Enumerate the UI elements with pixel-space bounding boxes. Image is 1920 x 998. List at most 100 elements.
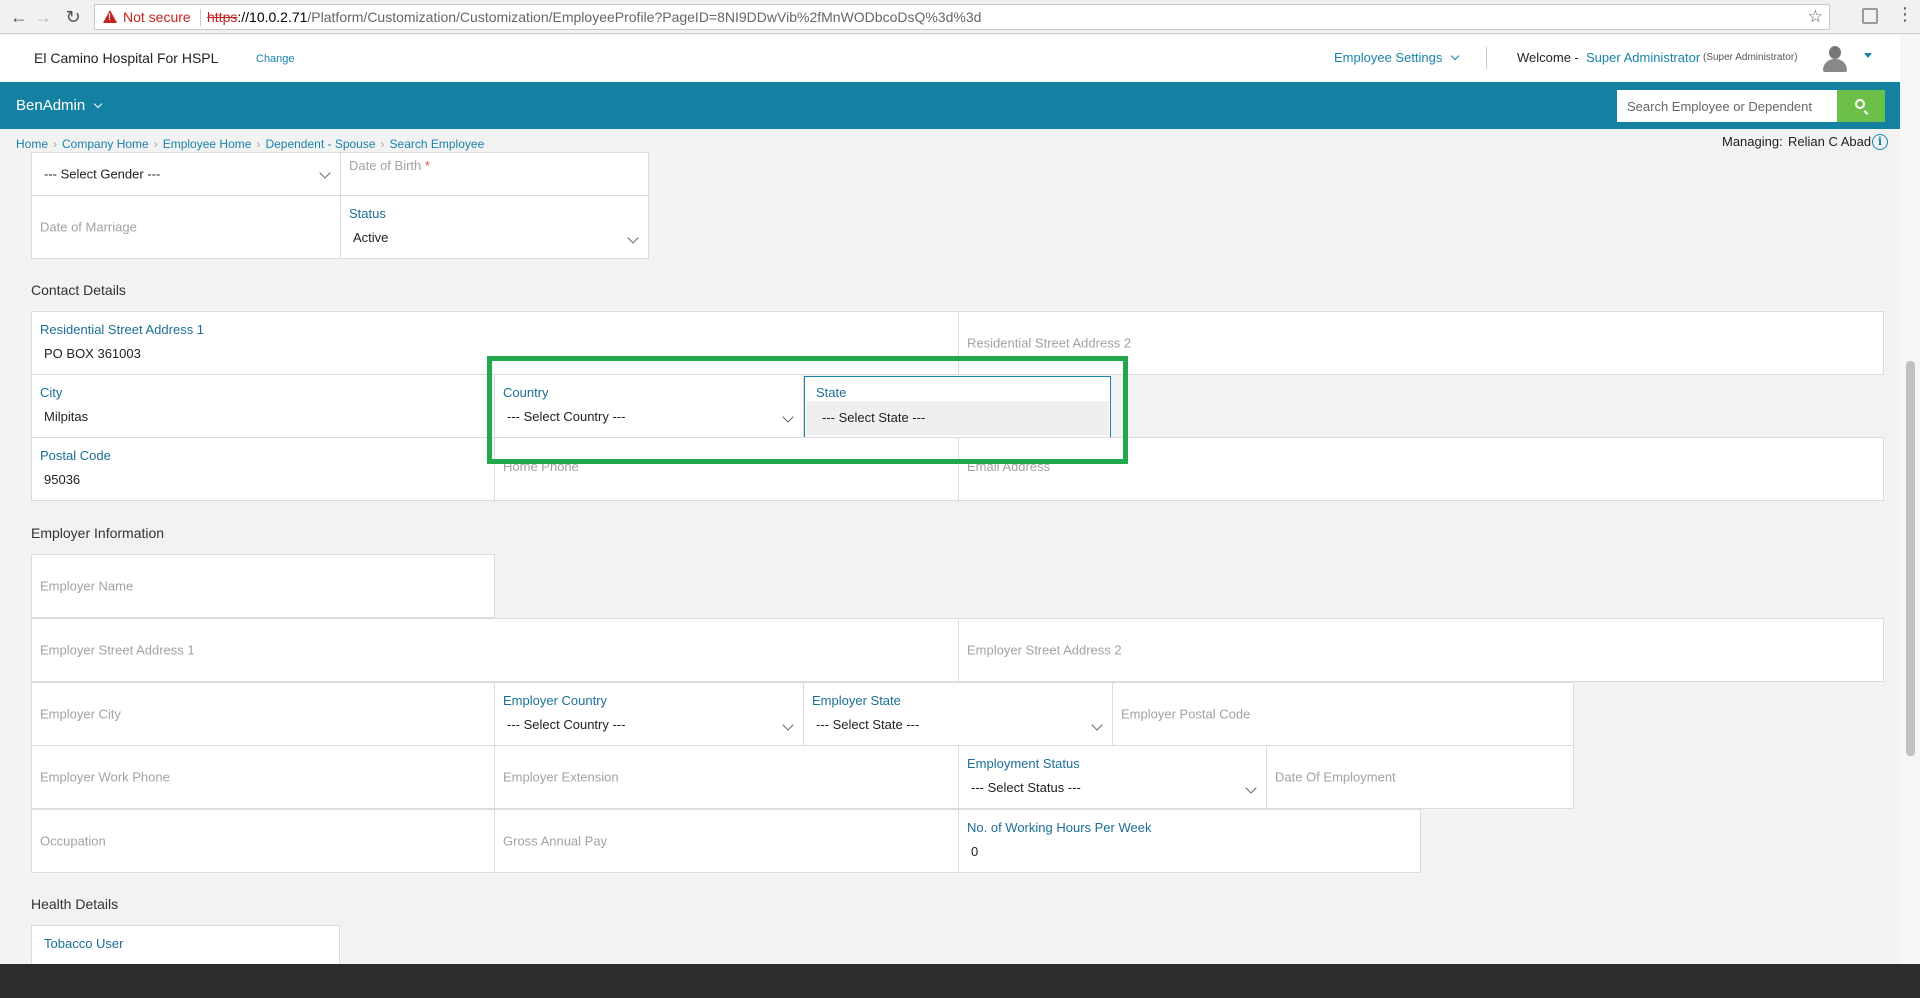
chevron-down-icon [319,167,331,179]
employer-information-title: Employer Information [31,525,165,541]
employer-work-phone-placeholder: Employer Work Phone [40,769,170,785]
state-select[interactable]: State --- Select State --- [804,376,1111,438]
benadmin-menu[interactable]: BenAdmin [16,97,103,114]
residential-address-2-field[interactable]: Residential Street Address 2 [958,311,1884,375]
working-hours-value: 0 [971,844,979,859]
home-phone-placeholder: Home Phone [503,459,579,474]
employer-state-value: --- Select State --- [816,717,920,732]
occupation-field[interactable]: Occupation [31,809,495,873]
welcome-text: Welcome - [1517,50,1579,65]
employer-address-2-field[interactable]: Employer Street Address 2 [958,618,1884,682]
status-select[interactable]: Status Active [340,195,649,259]
info-icon[interactable]: i [1872,134,1888,150]
date-of-employment-placeholder: Date Of Employment [1275,769,1396,785]
employer-extension-field[interactable]: Employer Extension [494,745,959,809]
employee-settings-menu[interactable]: Employee Settings [1334,50,1460,65]
email-address-placeholder: Email Address [967,459,1051,474]
residential-address-1-field[interactable]: Residential Street Address 1 PO BOX 3610… [31,311,959,375]
postal-code-value: 95036 [44,472,81,487]
breadcrumb-home[interactable]: Home [16,137,48,151]
breadcrumb-employee-home[interactable]: Employee Home [163,137,252,151]
back-arrow-icon[interactable]: ← [8,6,30,28]
chevron-down-icon [1450,51,1460,61]
chevron-down-icon [627,232,639,244]
security-status[interactable]: Not secure [123,9,191,25]
page-scrollbar[interactable] [1900,35,1920,964]
avatar-icon[interactable] [1822,46,1848,72]
warning-icon [103,10,117,23]
browser-menu-icon[interactable]: ⋮ [1896,4,1914,25]
employer-country-label: Employer Country [503,693,608,708]
health-details-title: Health Details [31,896,119,912]
employer-state-label: Employer State [812,693,901,708]
url-scheme: https [207,9,238,25]
breadcrumb-dependent-spouse[interactable]: Dependent - Spouse [265,137,375,151]
employer-country-value: --- Select Country --- [507,717,626,732]
date-of-birth-field[interactable]: Date of Birth * [340,152,649,196]
email-address-field[interactable]: Email Address [958,437,1884,501]
employer-address-1-field[interactable]: Employer Street Address 1 [31,618,959,682]
address-bar[interactable]: Not secure https://10.0.2.71/Platform/Cu… [94,4,1830,30]
search-input[interactable] [1617,90,1837,122]
search-button[interactable] [1837,90,1885,122]
residential-address-1-label: Residential Street Address 1 [40,322,205,337]
date-of-marriage-placeholder: Date of Marriage [40,219,137,235]
url-text[interactable]: https://10.0.2.71/Platform/Customization… [207,9,981,25]
working-hours-field[interactable]: No. of Working Hours Per Week 0 [958,809,1421,873]
header-divider [1486,47,1487,69]
managing-name: Relian C Abad [1788,134,1872,149]
breadcrumb-separator-icon: › [153,137,158,151]
employer-state-select[interactable]: Employer State --- Select State --- [803,682,1113,746]
tobacco-user-select[interactable]: Tobacco User [31,925,340,969]
browser-toolbar: ← → ↻ Not secure https://10.0.2.71/Platf… [0,0,1920,34]
search-icon [1855,99,1865,109]
caret-down-icon[interactable] [1864,53,1872,58]
breadcrumb-separator-icon: › [380,137,385,151]
scrollbar-thumb[interactable] [1906,361,1915,756]
postal-code-field[interactable]: Postal Code 95036 [31,437,495,501]
employment-status-label: Employment Status [967,756,1080,771]
employer-name-field[interactable]: Employer Name [31,554,495,618]
date-of-employment-field[interactable]: Date Of Employment [1266,745,1574,809]
employer-city-field[interactable]: Employer City [31,682,495,746]
gross-annual-pay-placeholder: Gross Annual Pay [503,833,608,849]
user-name-link[interactable]: Super Administrator [1586,50,1700,65]
employment-status-select[interactable]: Employment Status --- Select Status --- [958,745,1267,809]
breadcrumb-separator-icon: › [256,137,261,151]
change-company-link[interactable]: Change [256,53,295,65]
country-select[interactable]: Country --- Select Country --- [494,374,804,438]
company-name: El Camino Hospital For HSPL [34,50,219,66]
city-field[interactable]: City Milpitas [31,374,495,438]
employer-country-select[interactable]: Employer Country --- Select Country --- [494,682,804,746]
forward-arrow-icon[interactable]: → [32,6,54,28]
date-of-birth-placeholder: Date of Birth * [349,158,430,173]
bookmark-star-icon[interactable]: ☆ [1808,7,1823,27]
gross-annual-pay-field[interactable]: Gross Annual Pay [494,809,959,873]
bottom-taskbar [0,964,1920,998]
url-host: ://10.0.2.71 [237,9,308,25]
city-value: Milpitas [44,409,89,424]
employer-work-phone-field[interactable]: Employer Work Phone [31,745,495,809]
breadcrumb-company-home[interactable]: Company Home [62,137,149,151]
contact-details-title: Contact Details [31,282,126,298]
employer-postal-code-field[interactable]: Employer Postal Code [1112,682,1574,746]
home-phone-field[interactable]: Home Phone [494,437,959,501]
benadmin-label: BenAdmin [16,97,86,114]
state-option[interactable]: --- Select State --- [806,401,1109,435]
gender-select-value: --- Select Gender --- [44,166,161,182]
url-path: /Platform/Customization/Customization/Em… [307,9,982,25]
employer-postal-code-placeholder: Employer Postal Code [1121,706,1251,722]
app-header: El Camino Hospital For HSPL Change Emplo… [0,35,1900,82]
occupation-placeholder: Occupation [40,833,106,849]
residential-address-1-value: PO BOX 361003 [44,346,141,361]
breadcrumb: Home › Company Home › Employee Home › Dependen… [16,137,484,151]
employment-status-value: --- Select Status --- [971,780,1081,795]
managing-label: Managing: [1722,134,1783,149]
breadcrumb-search-employee[interactable]: Search Employee [390,137,485,151]
extension-icon[interactable] [1862,8,1878,24]
reload-icon[interactable]: ↻ [62,6,84,28]
chevron-down-icon [94,99,103,109]
gender-select[interactable]: --- Select Gender --- [31,152,341,196]
date-of-marriage-field[interactable]: Date of Marriage [31,195,341,259]
employer-address-1-placeholder: Employer Street Address 1 [40,642,195,658]
